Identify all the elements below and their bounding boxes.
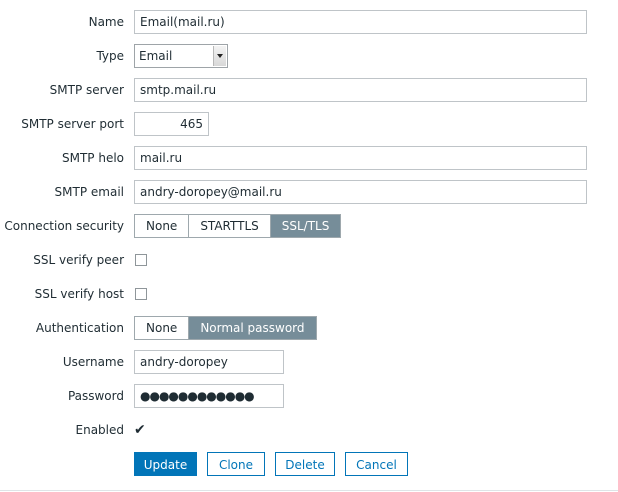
authentication-option-none[interactable]: None [135, 317, 190, 339]
smtp-email-input[interactable]: andry-doropey@mail.ru [134, 180, 587, 204]
type-select-value: Email [139, 49, 173, 63]
enabled-row: Enabled ✔ [0, 418, 618, 442]
smtp-email-row: SMTP email andry-doropey@mail.ru [0, 180, 618, 204]
connection-security-label: Connection security [4, 219, 124, 233]
authentication-toggle: None Normal password [134, 316, 317, 340]
select-arrow-button[interactable] [213, 46, 226, 66]
chevron-down-icon [217, 54, 223, 58]
connection-security-toggle: None STARTTLS SSL/TLS [134, 214, 342, 238]
authentication-label: Authentication [35, 321, 124, 335]
username-row: Username andry-doropey [0, 350, 618, 374]
smtp-port-input[interactable]: 465 [134, 112, 209, 136]
type-select[interactable]: Email [134, 44, 228, 68]
bottom-divider [0, 490, 618, 491]
smtp-email-label: SMTP email [54, 185, 124, 199]
ssl-verify-peer-row: SSL verify peer [0, 248, 618, 272]
name-input[interactable]: Email(mail.ru) [134, 10, 587, 34]
name-row: Name Email(mail.ru) [0, 10, 618, 34]
clone-button[interactable]: Clone [207, 452, 265, 476]
ssl-verify-host-checkbox[interactable] [135, 288, 147, 300]
authentication-row: Authentication None Normal password [0, 316, 618, 340]
smtp-helo-label: SMTP helo [61, 151, 124, 165]
smtp-server-label: SMTP server [49, 83, 124, 97]
authentication-option-normal-password[interactable]: Normal password [189, 317, 316, 339]
connection-security-option-none[interactable]: None [135, 215, 190, 237]
connection-security-option-ssl-tls[interactable]: SSL/TLS [270, 215, 341, 237]
ssl-verify-peer-label: SSL verify peer [33, 253, 124, 267]
name-label: Name [88, 15, 124, 29]
delete-button[interactable]: Delete [275, 452, 335, 476]
smtp-helo-row: SMTP helo mail.ru [0, 146, 618, 170]
password-label: Password [67, 389, 124, 403]
smtp-helo-input[interactable]: mail.ru [134, 146, 587, 170]
ssl-verify-peer-checkbox[interactable] [135, 254, 147, 266]
checkmark-icon: ✔ [134, 422, 146, 438]
update-button[interactable]: Update [134, 452, 197, 476]
password-row: Password ●●●●●●●●●●●● [0, 384, 618, 408]
username-input[interactable]: andry-doropey [134, 350, 284, 374]
ssl-verify-host-label: SSL verify host [34, 287, 124, 301]
smtp-server-row: SMTP server smtp.mail.ru [0, 78, 618, 102]
connection-security-option-starttls[interactable]: STARTTLS [189, 215, 271, 237]
enabled-label: Enabled [75, 423, 125, 437]
cancel-button[interactable]: Cancel [345, 452, 408, 476]
enabled-checkbox[interactable]: ✔ [134, 418, 146, 442]
smtp-port-row: SMTP server port 465 [0, 112, 618, 136]
type-row: Type Email [0, 44, 618, 68]
password-input[interactable]: ●●●●●●●●●●●● [134, 384, 284, 408]
username-label: Username [62, 355, 124, 369]
type-label: Type [96, 49, 124, 63]
smtp-server-input[interactable]: smtp.mail.ru [134, 78, 587, 102]
ssl-verify-host-row: SSL verify host [0, 282, 618, 306]
media-type-form: Name Email(mail.ru) Type Email SMTP serv… [0, 0, 618, 492]
smtp-port-label: SMTP server port [21, 117, 124, 131]
connection-security-row: Connection security None STARTTLS SSL/TL… [0, 214, 618, 238]
form-actions: Update Clone Delete Cancel [0, 452, 618, 476]
